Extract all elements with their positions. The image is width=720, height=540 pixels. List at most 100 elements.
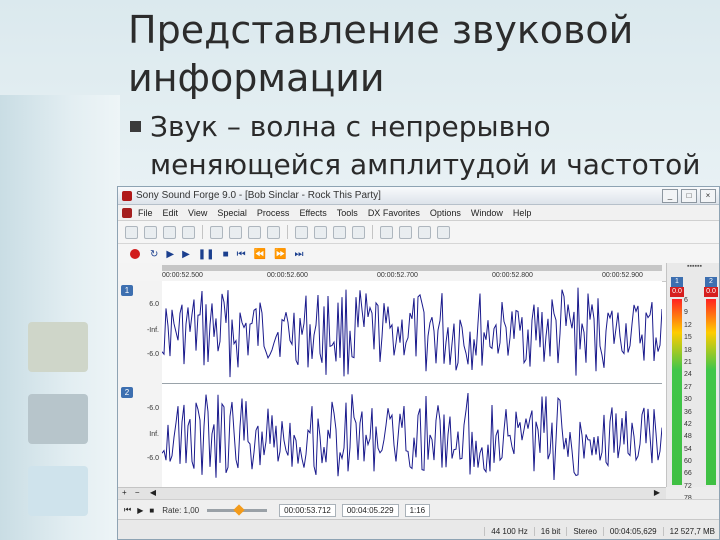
play-icon[interactable]: ▶ bbox=[137, 506, 143, 515]
channel-1-badge[interactable]: 1 bbox=[121, 285, 133, 296]
timeline-label: 00:00:52.800 bbox=[492, 272, 533, 279]
meter-channel-2[interactable]: 2 bbox=[705, 277, 717, 287]
meter-header: ▪▪▪▪▪▪ bbox=[687, 263, 702, 270]
menu-view[interactable]: View bbox=[188, 208, 207, 218]
timeline-label: 00:00:52.500 bbox=[162, 272, 203, 279]
transport-status-row: ⏮ ▶ ■ Rate: 1,00 00:00:53.712 00:04:05.2… bbox=[118, 499, 719, 520]
pencil-tool-icon[interactable] bbox=[418, 225, 431, 239]
fast-forward-icon[interactable]: ⏩ bbox=[274, 249, 286, 260]
menu-options[interactable]: Options bbox=[430, 208, 461, 218]
menu-dx-favorites[interactable]: DX Favorites bbox=[368, 208, 420, 218]
channel-mode: Stereo bbox=[566, 526, 603, 536]
repeat-icon[interactable] bbox=[352, 225, 365, 239]
open-folder-icon[interactable] bbox=[144, 225, 157, 239]
menu-process[interactable]: Process bbox=[257, 208, 290, 218]
slide-title-line: информации bbox=[128, 56, 385, 100]
menu-bar: File Edit View Special Process Effects T… bbox=[118, 205, 719, 221]
play-icon[interactable]: ▶ bbox=[182, 249, 190, 260]
window-title: Sony Sound Forge 9.0 - [Bob Sinclar - Ro… bbox=[136, 190, 381, 201]
app-icon bbox=[122, 190, 132, 201]
file-length: 00:04:05,629 bbox=[602, 526, 663, 536]
bullet-line: Звук – волна с непрерывно bbox=[150, 110, 551, 143]
meter-tick: 18 bbox=[684, 346, 692, 354]
menu-window[interactable]: Window bbox=[471, 208, 503, 218]
close-button[interactable]: × bbox=[700, 188, 716, 203]
meter-tick: 48 bbox=[684, 433, 692, 441]
transport-toolbar: ↻ ▶ ▶ ❚❚ ■ ⏮ ⏪ ⏩ ⏭ bbox=[118, 244, 719, 265]
redo-icon[interactable] bbox=[333, 225, 346, 239]
magnify-tool-icon[interactable] bbox=[399, 225, 412, 239]
meter-tick: 30 bbox=[684, 396, 692, 404]
maximize-button[interactable]: □ bbox=[681, 188, 697, 203]
db-label: -6.0 bbox=[146, 351, 159, 358]
zoom-in-icon[interactable]: + bbox=[122, 488, 127, 497]
rate-label: Rate: 1,00 bbox=[162, 505, 200, 515]
copy-icon[interactable] bbox=[229, 225, 242, 239]
stop-icon[interactable]: ■ bbox=[149, 506, 154, 515]
record-button[interactable] bbox=[130, 249, 140, 259]
end-time-display: 00:04:05.229 bbox=[341, 503, 399, 517]
save-all-icon[interactable] bbox=[182, 225, 195, 239]
timeline-label: 00:00:52.600 bbox=[267, 272, 308, 279]
meter-channel-1[interactable]: 1 bbox=[671, 277, 683, 287]
go-to-start-icon[interactable]: ⏮ bbox=[237, 249, 246, 260]
sound-forge-window: Sony Sound Forge 9.0 - [Bob Sinclar - Ro… bbox=[117, 186, 720, 540]
scroll-left-icon[interactable]: ◀ bbox=[150, 488, 156, 497]
meter-scale: 6912151821242730364248546066727884 bbox=[684, 297, 704, 520]
paste-icon[interactable] bbox=[248, 225, 261, 239]
edit-tool-icon[interactable] bbox=[380, 225, 393, 239]
loop-icon[interactable]: ↻ bbox=[150, 249, 158, 260]
window-titlebar: Sony Sound Forge 9.0 - [Bob Sinclar - Ro… bbox=[118, 187, 719, 205]
rate-slider-knob[interactable] bbox=[233, 504, 245, 516]
minimize-button[interactable]: _ bbox=[662, 188, 678, 203]
mix-icon[interactable] bbox=[267, 225, 280, 239]
menu-help[interactable]: Help bbox=[513, 208, 532, 218]
db-label: -6.0 bbox=[146, 405, 159, 412]
meter-tick: 12 bbox=[684, 321, 692, 329]
track-header: 1 6.0 -Inf. -6.0 2 -6.0 Inf. -6.0 bbox=[118, 281, 163, 487]
go-to-end-icon[interactable]: ⏭ bbox=[295, 249, 304, 260]
document-icon bbox=[122, 207, 132, 218]
scroll-right-icon[interactable]: ▶ bbox=[654, 488, 660, 497]
undo-icon[interactable] bbox=[314, 225, 327, 239]
waveform-area[interactable] bbox=[161, 281, 663, 487]
meter-peak-1: 0.0 bbox=[670, 287, 684, 297]
db-label: 6.0 bbox=[149, 301, 159, 308]
event-tool-icon[interactable] bbox=[437, 225, 450, 239]
waveform-channel-1 bbox=[161, 287, 663, 378]
meter-tick: 15 bbox=[684, 334, 692, 342]
timeline-label: 00:00:52.700 bbox=[377, 272, 418, 279]
trim-icon[interactable] bbox=[295, 225, 308, 239]
zoom-out-icon[interactable]: − bbox=[135, 488, 140, 497]
zoom-display: 1:16 bbox=[404, 503, 431, 517]
stop-icon[interactable]: ■ bbox=[223, 249, 229, 260]
free-space: 12 527,7 MB bbox=[662, 526, 719, 536]
play-all-icon[interactable]: ▶ bbox=[166, 249, 174, 260]
meter-tick: 42 bbox=[684, 420, 692, 428]
meter-peak-2: 0.0 bbox=[704, 287, 718, 297]
waveform-svg bbox=[161, 287, 663, 481]
waveform-channel-2 bbox=[161, 392, 663, 481]
decor-square bbox=[28, 466, 88, 516]
save-icon[interactable] bbox=[163, 225, 176, 239]
meter-bar-1 bbox=[672, 299, 682, 485]
menu-special[interactable]: Special bbox=[217, 208, 247, 218]
status-bar: 44 100 Hz 16 bit Stereo 00:04:05,629 12 … bbox=[118, 519, 719, 539]
sample-rate: 44 100 Hz bbox=[484, 526, 533, 536]
meter-bar-2 bbox=[706, 299, 716, 485]
menu-file[interactable]: File bbox=[138, 208, 153, 218]
rewind-icon[interactable]: ⏪ bbox=[254, 249, 266, 260]
go-to-start-icon[interactable]: ⏮ bbox=[124, 505, 131, 515]
decor-square bbox=[28, 322, 88, 372]
channel-2-badge[interactable]: 2 bbox=[121, 387, 133, 398]
menu-effects[interactable]: Effects bbox=[299, 208, 326, 218]
meter-tick: 54 bbox=[684, 445, 692, 453]
pause-icon[interactable]: ❚❚ bbox=[198, 249, 215, 260]
menu-edit[interactable]: Edit bbox=[163, 208, 179, 218]
new-file-icon[interactable] bbox=[125, 225, 138, 239]
meter-tick: 72 bbox=[684, 482, 692, 490]
waveform-editor: 00:00:52.500 00:00:52.600 00:00:52.700 0… bbox=[118, 263, 666, 487]
meter-tick: 60 bbox=[684, 458, 692, 466]
cut-icon[interactable] bbox=[210, 225, 223, 239]
menu-tools[interactable]: Tools bbox=[337, 208, 358, 218]
